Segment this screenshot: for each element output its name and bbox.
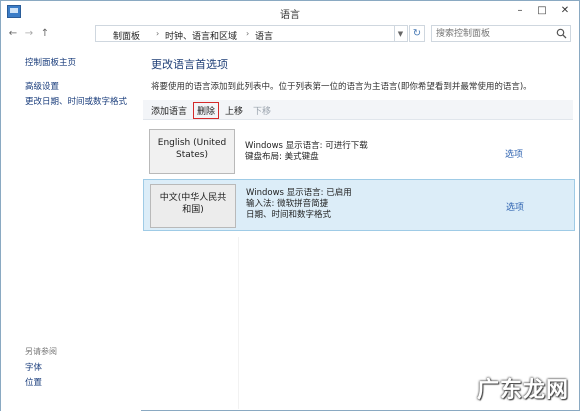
chevron-right-icon: ›: [246, 29, 250, 38]
keyboard-layout-info: 键盘布局: 美式键盘: [245, 152, 319, 162]
search-input[interactable]: [436, 27, 554, 40]
page-description: 将要使用的语言添加到此列表中。位于列表第一位的语言为主语言(即你希望看到并最常使…: [151, 82, 532, 92]
input-method-info: 输入法: 微软拼音简捷: [246, 199, 329, 209]
maximize-button[interactable]: □: [531, 3, 553, 19]
back-arrow-icon[interactable]: ←: [5, 26, 21, 42]
forward-arrow-icon[interactable]: →: [21, 26, 37, 42]
crumb-clock-language-region[interactable]: 时钟、语言和区域: [165, 29, 237, 42]
control-panel-home-link[interactable]: 控制面板主页: [25, 56, 76, 68]
minimize-button[interactable]: –: [509, 3, 531, 19]
language-list: English (United States) Windows 显示语言: 可进…: [143, 121, 575, 231]
watermark: 广东龙网: [477, 377, 570, 403]
add-language-button[interactable]: 添加语言: [151, 104, 187, 117]
options-link[interactable]: 选项: [506, 200, 524, 213]
language-row-chinese[interactable]: 中文(中华人民共 和国) Windows 显示语言: 已启用 输入法: 微软拼音…: [143, 179, 575, 231]
date-time-format-info: 日期、时间和数字格式: [246, 210, 332, 220]
delete-button[interactable]: 删除: [193, 102, 220, 119]
options-link[interactable]: 选项: [505, 147, 523, 160]
language-name-line: English (United: [157, 138, 227, 148]
search-icon[interactable]: [556, 28, 567, 39]
language-row-english[interactable]: English (United States) Windows 显示语言: 可进…: [143, 123, 575, 179]
language-name-line: 和国): [182, 205, 204, 215]
language-toolbar: 添加语言 删除 上移 下移: [143, 100, 573, 120]
display-language-status: Windows 显示语言: 已启用: [246, 188, 352, 198]
address-bar: ← → ↑ 制面板 › 时钟、语言和区域 › 语言 ▼ ↻: [1, 23, 579, 45]
language-name-box[interactable]: English (United States): [149, 129, 235, 174]
left-pane: 控制面板主页 高级设置 更改日期、时间或数字格式 另请参阅 字体 位置: [1, 45, 141, 411]
language-name-line: States): [175, 150, 209, 160]
fonts-link[interactable]: 字体: [25, 361, 42, 373]
language-name-box[interactable]: 中文(中华人民共 和国): [150, 184, 236, 228]
chevron-down-icon[interactable]: ▼: [394, 25, 408, 42]
change-date-time-link[interactable]: 更改日期、时间或数字格式: [25, 95, 127, 107]
title-bar: 语言 – □ ✕: [1, 1, 579, 23]
chevron-right-icon: ›: [156, 29, 160, 38]
search-box[interactable]: [431, 25, 571, 42]
refresh-icon[interactable]: ↻: [409, 25, 425, 42]
crumb-language[interactable]: 语言: [255, 29, 273, 42]
divider: [238, 237, 239, 409]
language-window: 语言 – □ ✕ ← → ↑ 制面板 › 时钟、语言和区域 › 语言 ▼ ↻ 控…: [0, 0, 580, 411]
close-button[interactable]: ✕: [554, 3, 576, 19]
move-down-button[interactable]: 下移: [253, 104, 271, 117]
location-link[interactable]: 位置: [25, 376, 42, 388]
breadcrumb[interactable]: 制面板 › 时钟、语言和区域 › 语言: [95, 25, 395, 42]
see-also-label: 另请参阅: [25, 347, 57, 356]
language-info: Windows 显示语言: 可进行下载 键盘布局: 美式键盘: [245, 141, 368, 163]
page-title: 更改语言首选项: [151, 58, 228, 71]
display-language-status: Windows 显示语言: 可进行下载: [245, 141, 368, 151]
move-up-button[interactable]: 上移: [225, 104, 243, 117]
language-info: Windows 显示语言: 已启用 输入法: 微软拼音简捷 日期、时间和数字格式: [246, 188, 352, 221]
language-name-line: 中文(中华人民共: [159, 193, 227, 203]
crumb-control-panel[interactable]: 制面板: [113, 29, 140, 42]
advanced-settings-link[interactable]: 高级设置: [25, 80, 59, 92]
window-title: 语言: [280, 10, 300, 21]
up-arrow-icon[interactable]: ↑: [37, 26, 53, 42]
